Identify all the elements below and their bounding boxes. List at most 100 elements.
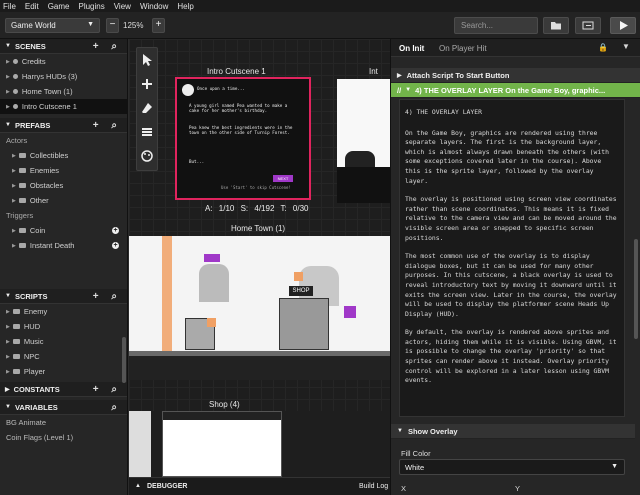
- script-folder-enemy[interactable]: ▶ Enemy: [0, 304, 127, 319]
- variable-item[interactable]: BG Animate: [0, 415, 127, 430]
- sidebar-scrollbar[interactable]: [122, 337, 126, 383]
- chevron-down-icon: ▼: [87, 21, 94, 28]
- scripts-header[interactable]: ▼ SCRIPTS + ⌕: [0, 289, 127, 304]
- search-input[interactable]: Search...: [454, 17, 538, 34]
- folder-icon: [18, 153, 26, 158]
- event-title: Show Overlay: [407, 426, 458, 436]
- constants-header[interactable]: ▶ CONSTANTS + ⌕: [0, 382, 127, 397]
- script-folder-player[interactable]: ▶ Player: [0, 364, 127, 379]
- trigger-coin[interactable]: ▶ Coin +: [0, 223, 127, 238]
- offscreen-scene[interactable]: [337, 79, 390, 203]
- fill-color-select[interactable]: White ▼: [399, 459, 625, 475]
- chevron-down-icon: ▼: [405, 87, 412, 93]
- export-button[interactable]: [575, 17, 601, 34]
- comment-paragraph: The most common use of the overlay is to…: [405, 252, 617, 318]
- eraser-tool[interactable]: [137, 96, 157, 120]
- add-tool[interactable]: [137, 72, 157, 96]
- folder-label: NPC: [23, 352, 40, 361]
- home-town-scene[interactable]: SHOP: [129, 236, 390, 380]
- menu-view[interactable]: View: [114, 2, 131, 11]
- scene-stats: A: 1/10 S: 4/192 T: 0/30: [205, 204, 309, 213]
- open-folder-button[interactable]: [543, 17, 569, 34]
- add-icon[interactable]: +: [112, 242, 119, 249]
- cutscene-line: Pea knew the best ingredients were in th…: [189, 125, 293, 136]
- folder-icon: [12, 369, 20, 374]
- folder-collectibles[interactable]: ▶ Collectibles: [0, 148, 127, 163]
- menu-edit[interactable]: Edit: [25, 2, 39, 11]
- lock-icon[interactable]: 🔒: [598, 43, 608, 52]
- menu-plugins[interactable]: Plugins: [78, 2, 104, 11]
- comment-textarea[interactable]: 4) THE OVERLAY LAYER On the Game Boy, gr…: [399, 99, 625, 417]
- section-actions[interactable]: + ⌕: [93, 41, 122, 52]
- scene-item-intro-cutscene[interactable]: ▶ Intro Cutscene 1: [0, 99, 127, 114]
- shop-building: [279, 298, 329, 350]
- scene-icon: [12, 59, 18, 64]
- folder-enemies[interactable]: ▶ Enemies: [0, 163, 127, 178]
- trigger-label: Coin: [29, 226, 46, 235]
- scene-item-harrys-huds[interactable]: ▶ Harrys HUDs (3): [0, 69, 127, 84]
- select-tool[interactable]: [137, 48, 157, 72]
- shop-scene[interactable]: [129, 411, 390, 477]
- menu-file[interactable]: File: [3, 2, 16, 11]
- tab-on-player-hit[interactable]: On Player Hit: [439, 44, 487, 53]
- scene-item-home-town[interactable]: ▶ Home Town (1): [0, 84, 127, 99]
- tab-on-init[interactable]: On Init: [399, 44, 424, 53]
- trigger-label: Instant Death: [29, 241, 75, 250]
- scene-title[interactable]: Home Town (1): [231, 224, 285, 233]
- variables-header[interactable]: ▼ VARIABLES ⌕: [0, 400, 127, 415]
- triggers-group[interactable]: Triggers: [0, 208, 127, 223]
- trigger-instant-death[interactable]: ▶ Instant Death +: [0, 238, 127, 253]
- menu-window[interactable]: Window: [140, 2, 168, 11]
- collapse-icon: ▼: [5, 293, 11, 299]
- chevron-down-icon[interactable]: ▼: [622, 42, 630, 51]
- view-select[interactable]: Game World ▼: [5, 18, 100, 33]
- variable-label: Coin Flags (Level 1): [6, 433, 74, 442]
- event-attach-script[interactable]: ▶ Attach Script To Start Button: [391, 68, 640, 83]
- intro-cutscene-scene[interactable]: Once upon a time... A young girl named P…: [175, 77, 311, 200]
- script-folder-music[interactable]: ▶ Music: [0, 334, 127, 349]
- zoom-out-button[interactable]: −: [106, 18, 119, 33]
- section-actions[interactable]: + ⌕: [93, 291, 122, 302]
- scene-item-credits[interactable]: ▶ Credits: [0, 54, 127, 69]
- zoom-in-button[interactable]: +: [152, 18, 165, 33]
- scene-title[interactable]: Intro Cutscene 1: [207, 67, 266, 76]
- folder-icon: [12, 354, 20, 359]
- actors-group[interactable]: Actors: [0, 133, 127, 148]
- menu-game[interactable]: Game: [48, 2, 70, 11]
- cutscene-line: Once upon a time...: [197, 86, 245, 91]
- folder-other[interactable]: ▶ Other: [0, 193, 127, 208]
- script-folder-npc[interactable]: ▶ NPC: [0, 349, 127, 364]
- folder-obstacles[interactable]: ▶ Obstacles: [0, 178, 127, 193]
- build-log-button[interactable]: Build Log: [359, 483, 388, 490]
- ground-strip: [129, 356, 390, 380]
- chevron-right-icon: ▶: [6, 368, 10, 375]
- collision-tool[interactable]: [137, 120, 157, 144]
- menu-help[interactable]: Help: [177, 2, 193, 11]
- play-button[interactable]: [610, 17, 636, 34]
- world-canvas[interactable]: Intro Cutscene 1 Once upon a time... A y…: [129, 39, 390, 477]
- section-actions[interactable]: ⌕: [111, 402, 122, 413]
- skip-hint: Use 'Start' to skip Cutscene!: [221, 185, 291, 190]
- debugger-bar[interactable]: ▲ DEBUGGER Build Log: [129, 477, 390, 495]
- panel-scrollbar[interactable]: [634, 239, 638, 339]
- scene-title[interactable]: Shop (4): [209, 400, 240, 409]
- collapse-icon: ▼: [5, 43, 11, 49]
- scenes-header[interactable]: ▼ SCENES + ⌕: [0, 39, 127, 54]
- prefabs-header[interactable]: ▼ PREFABS + ⌕: [0, 118, 127, 133]
- scene-title[interactable]: Int: [369, 67, 378, 76]
- trigger-icon: [18, 243, 26, 248]
- section-actions[interactable]: + ⌕: [93, 120, 122, 131]
- color-tool[interactable]: [137, 144, 157, 168]
- folder-label: Other: [29, 196, 49, 205]
- folder-icon: [551, 22, 561, 30]
- section-actions[interactable]: + ⌕: [93, 384, 122, 395]
- folder-label: Music: [23, 337, 44, 346]
- section-title: PREFABS: [14, 120, 51, 130]
- event-comment[interactable]: // ▼ 4) THE OVERLAY LAYER On the Game Bo…: [391, 83, 640, 98]
- project-sidebar: ▼ SCENES + ⌕ ▶ Credits ▶ Harrys HUDs (3)…: [0, 39, 128, 495]
- variable-item[interactable]: Coin Flags (Level 1): [0, 430, 127, 445]
- add-icon[interactable]: +: [112, 227, 119, 234]
- group-label: Triggers: [6, 211, 34, 220]
- script-folder-hud[interactable]: ▶ HUD: [0, 319, 127, 334]
- event-show-overlay[interactable]: ▼ Show Overlay: [391, 424, 635, 439]
